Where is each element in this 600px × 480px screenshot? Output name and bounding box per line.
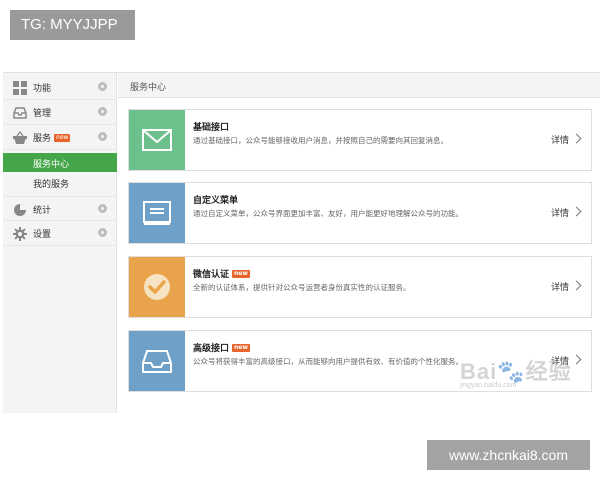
card-title: 基础接口 [193,123,230,133]
sidebar-item-label: 功能 [33,84,52,94]
card-thumb [129,110,185,170]
grid-icon [13,80,27,95]
page-title: 服务中心 [130,83,167,93]
card-title-wrap: 高级接口 new [193,341,250,354]
sidebar-subitem-label: 服务中心 [33,160,70,170]
details-link[interactable]: 详情 [551,280,569,293]
site-watermark: www.zhcnkai8.com [427,440,590,470]
new-badge: new [54,134,71,142]
details-link[interactable]: 详情 [551,206,569,219]
card-thumb [129,331,185,391]
baidu-logo-latin: Bai [460,359,498,384]
sidebar-item-services[interactable]: 服务 new [3,125,117,150]
service-card-custom-menu[interactable]: 自定义菜单 通过自定义菜单，公众号界面更加丰富、友好，用户能更好地理解公众号的功… [128,182,592,244]
new-badge: new [232,270,250,278]
expand-icon[interactable] [98,82,107,91]
card-title: 高级接口 [193,344,230,354]
chevron-right-icon[interactable] [571,280,582,291]
sidebar-item-manage[interactable]: 管理 [3,100,117,125]
sidebar-item-settings[interactable]: 设置 [3,221,117,246]
card-description: 通过自定义菜单，公众号界面更加丰富、友好，用户能更好地理解公众号的功能。 [193,209,463,218]
tg-label: TG: MYYJJPP [10,10,135,40]
service-card-basic-api[interactable]: 基础接口 通过基础接口，公众号能够接收用户消息，并按照自己的需要向其回复消息。 … [128,109,592,171]
expand-icon[interactable] [98,107,107,116]
card-description: 全新的认证体系，提供针对公众号运营者身份真实性的认证服务。 [193,283,411,292]
expand-icon[interactable] [98,132,107,141]
baidu-logo-cn: 经验 [525,359,572,384]
chevron-right-icon[interactable] [571,206,582,217]
card-title: 微信认证 [193,270,230,280]
sidebar-subitem-my-services[interactable]: 我的服务 [33,177,69,190]
card-description: 公众号将获得丰富的高级接口，从而能够向用户提供有效、有价值的个性化服务。 [193,357,463,366]
envelope-icon [142,129,172,151]
paw-icon: 🐾 [497,359,526,384]
page-header: 服务中心 [118,73,600,98]
sidebar-item-stats[interactable]: 统计 [3,196,117,221]
card-title-wrap: 微信认证 new [193,267,250,280]
tray-icon [142,350,172,373]
expand-icon[interactable] [98,228,107,237]
sidebar-item-label: 设置 [33,230,52,240]
baidu-url: jingyan.baidu.com [460,382,517,389]
details-link[interactable]: 详情 [551,133,569,146]
menu-screen-icon [143,201,171,225]
checkmark-icon [144,274,170,300]
sidebar-item-label: 管理 [33,109,52,119]
expand-icon[interactable] [98,204,107,213]
sidebar-item-label-wrap: 服务 new [33,131,71,144]
sidebar: 功能 管理 服务 new 服务中心 我的服务 统计 设置 [3,73,117,413]
card-description: 通过基础接口，公众号能够接收用户消息，并按照自己的需要向其回复消息。 [193,136,448,145]
sidebar-item-label: 服务 [33,134,52,144]
sidebar-item-label: 统计 [33,206,52,216]
baidu-watermark: Bai🐾经验 jingyan.baidu.com [460,348,575,390]
basket-icon [13,130,27,144]
card-thumb [129,257,185,317]
new-badge: new [232,344,250,352]
gear-icon [13,226,27,241]
inbox-icon [13,105,27,119]
card-title: 自定义菜单 [193,196,239,206]
sidebar-subitem-service-center[interactable]: 服务中心 [3,153,117,172]
card-thumb [129,183,185,243]
pie-chart-icon [13,202,27,216]
chevron-right-icon[interactable] [571,133,582,144]
sidebar-item-features[interactable]: 功能 [3,75,117,100]
service-card-wechat-verification[interactable]: 微信认证 new 全新的认证体系，提供针对公众号运营者身份真实性的认证服务。 详情 [128,256,592,318]
